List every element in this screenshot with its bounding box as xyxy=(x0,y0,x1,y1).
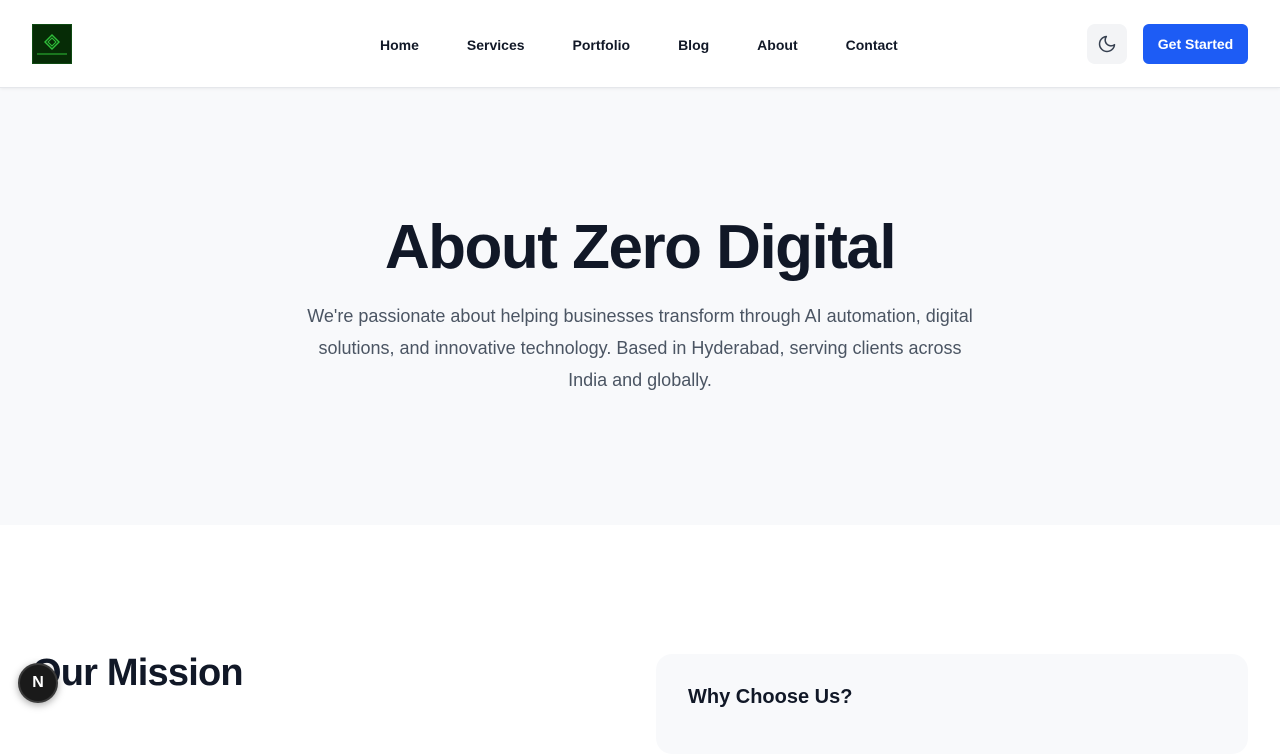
site-header: Home Services Portfolio Blog About Conta… xyxy=(0,0,1280,88)
get-started-button[interactable]: Get Started xyxy=(1143,24,1248,64)
hero-section: About Zero Digital We're passionate abou… xyxy=(0,88,1280,525)
nav-blog[interactable]: Blog xyxy=(654,34,733,56)
logo[interactable] xyxy=(32,24,72,64)
theme-toggle-button[interactable] xyxy=(1087,24,1127,64)
why-choose-us-heading: Why Choose Us? xyxy=(688,686,853,708)
nav-portfolio[interactable]: Portfolio xyxy=(549,34,655,56)
main-nav: Home Services Portfolio Blog About Conta… xyxy=(356,34,922,56)
nav-about[interactable]: About xyxy=(733,34,821,56)
nav-home[interactable]: Home xyxy=(356,34,443,56)
page-title: About Zero Digital xyxy=(384,213,897,282)
nav-services[interactable]: Services xyxy=(443,34,549,56)
logo-mark-icon xyxy=(44,33,60,50)
hero-description: We're passionate about helping businesse… xyxy=(307,306,973,390)
dev-tools-badge[interactable]: N xyxy=(18,663,58,703)
moon-icon xyxy=(1098,35,1116,53)
mission-heading: Our Mission xyxy=(32,652,244,694)
why-choose-us-card: Why Choose Us? xyxy=(656,654,1248,754)
nav-contact[interactable]: Contact xyxy=(822,34,922,56)
logo-wordmark xyxy=(37,52,67,55)
